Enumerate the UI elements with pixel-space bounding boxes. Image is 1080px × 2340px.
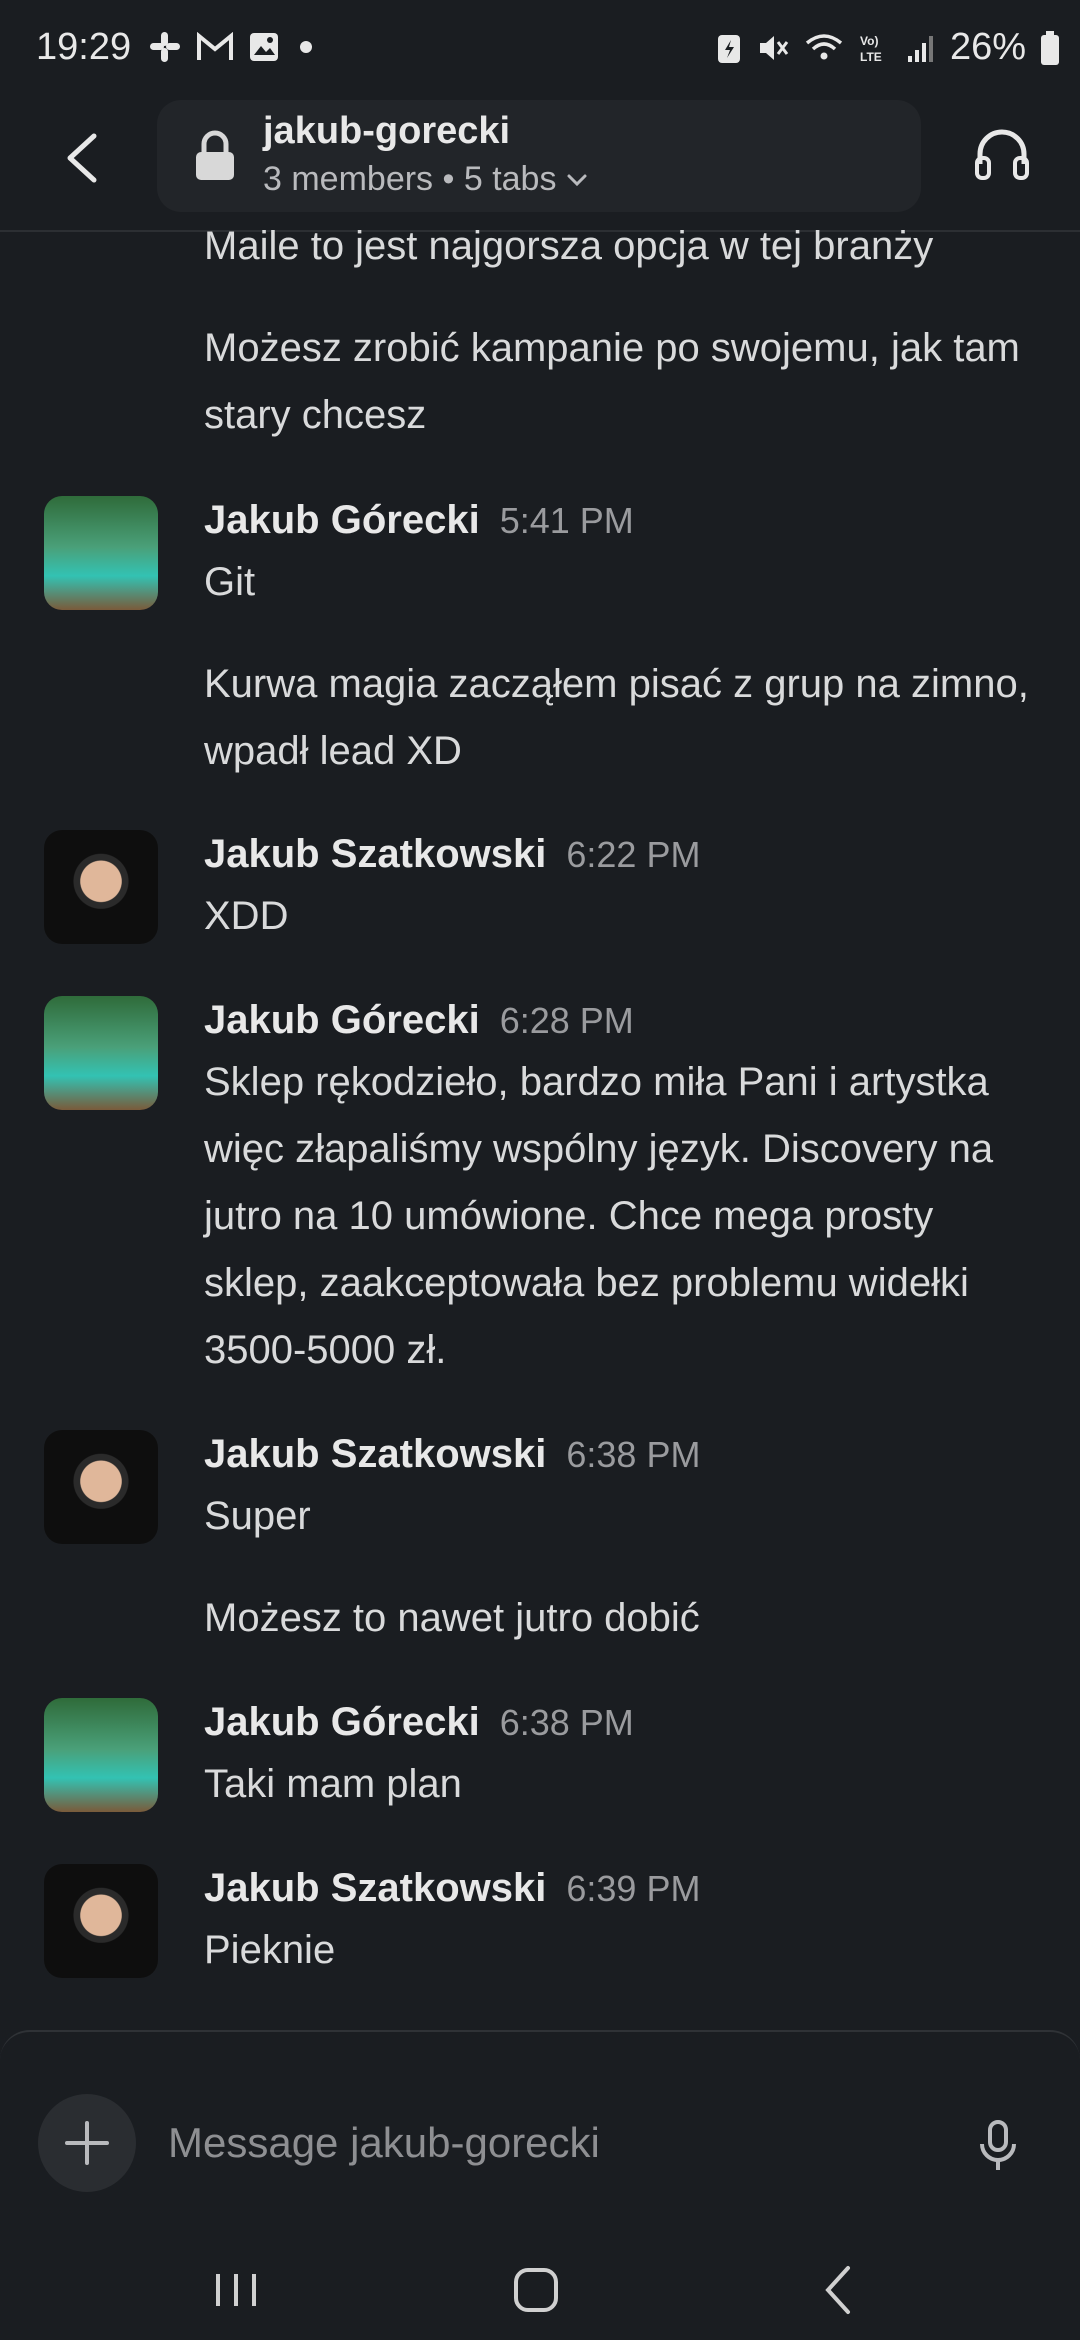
channel-meta-text: 3 members • 5 tabs — [263, 160, 557, 198]
channel-meta: 3 members • 5 tabs — [263, 160, 590, 199]
svg-text:Vo): Vo) — [860, 34, 878, 48]
message-author[interactable]: Jakub Górecki 6:28 PM — [204, 998, 634, 1043]
recent-apps-icon[interactable] — [196, 2250, 276, 2330]
message-input[interactable] — [166, 2100, 930, 2186]
signal-icon — [907, 35, 933, 62]
channel-info-button[interactable]: jakub-gorecki 3 members • 5 tabs — [157, 100, 921, 212]
battery-icon — [1041, 30, 1059, 65]
avatar[interactable] — [44, 1698, 158, 1812]
add-attachment-button[interactable] — [38, 2094, 136, 2192]
message-text: Taki mam plan — [204, 1762, 462, 1806]
channel-header: jakub-gorecki 3 members • 5 tabs — [0, 100, 1080, 232]
svg-text:LTE: LTE — [860, 50, 882, 64]
message-timestamp: 5:41 PM — [499, 500, 634, 541]
back-nav-icon[interactable] — [800, 2250, 880, 2330]
message-timestamp: 6:38 PM — [566, 1434, 701, 1475]
home-icon[interactable] — [496, 2250, 576, 2330]
gallery-icon — [250, 33, 278, 61]
message-author[interactable]: Jakub Górecki 5:41 PM — [204, 498, 634, 543]
message-author[interactable]: Jakub Szatkowski 6:39 PM — [204, 1866, 700, 1911]
system-icons: Vo) LTE 26% — [716, 26, 1060, 69]
notification-icons — [148, 30, 318, 64]
message-text: Super — [204, 1494, 311, 1538]
message-text: Sklep rękodzieło, bardzo miła Pani i art… — [204, 1060, 994, 1372]
gmail-icon — [197, 32, 233, 60]
lock-icon — [196, 130, 234, 180]
battery-saver-icon — [717, 34, 740, 63]
status-bar: 19:29 Vo) LTE 26% — [0, 0, 1080, 100]
avatar[interactable] — [44, 830, 158, 944]
wifi-icon — [805, 33, 843, 59]
message-author[interactable]: Jakub Szatkowski 6:22 PM — [204, 832, 700, 877]
status-time: 19:29 — [36, 26, 132, 68]
slack-icon — [150, 32, 180, 62]
message-author[interactable]: Jakub Szatkowski 6:38 PM — [204, 1432, 700, 1477]
message-timestamp: 6:38 PM — [499, 1702, 634, 1743]
message-text: Możesz zrobić kampanie po swojemu, jak t… — [204, 326, 1020, 437]
chevron-down-icon — [567, 174, 587, 186]
channel-name: jakub-gorecki — [263, 110, 511, 152]
message-timestamp: 6:22 PM — [566, 834, 701, 875]
message-author[interactable]: Jakub Górecki 6:38 PM — [204, 1700, 634, 1745]
mute-icon — [759, 35, 789, 60]
message-text: Możesz to nawet jutro dobić — [204, 1596, 700, 1640]
system-navigation-bar — [0, 2230, 1080, 2340]
back-arrow-icon[interactable] — [54, 128, 114, 188]
message-composer — [0, 2030, 1080, 2232]
avatar[interactable] — [44, 1864, 158, 1978]
message-text: Kurwa magia zacząłem pisać z grup na zim… — [204, 662, 1029, 773]
headphones-icon[interactable] — [972, 124, 1032, 184]
battery-percent: 26% — [949, 26, 1026, 68]
dot-icon — [300, 41, 312, 53]
volte-icon: Vo) LTE — [860, 34, 882, 64]
message-timestamp: 6:28 PM — [499, 1000, 634, 1041]
message-text: Pieknie — [204, 1928, 336, 1972]
message-text: Git — [204, 560, 256, 604]
message-list[interactable]: Maile to jest najgorsza opcja w tej bran… — [0, 230, 1080, 2030]
avatar[interactable] — [44, 996, 158, 1110]
avatar[interactable] — [44, 496, 158, 610]
microphone-icon[interactable] — [974, 2118, 1022, 2174]
plus-icon — [65, 2121, 109, 2165]
message-text: Maile to jest najgorsza opcja w tej bran… — [204, 230, 934, 268]
message-text: XDD — [204, 894, 289, 938]
avatar[interactable] — [44, 1430, 158, 1544]
message-timestamp: 6:39 PM — [566, 1868, 701, 1909]
